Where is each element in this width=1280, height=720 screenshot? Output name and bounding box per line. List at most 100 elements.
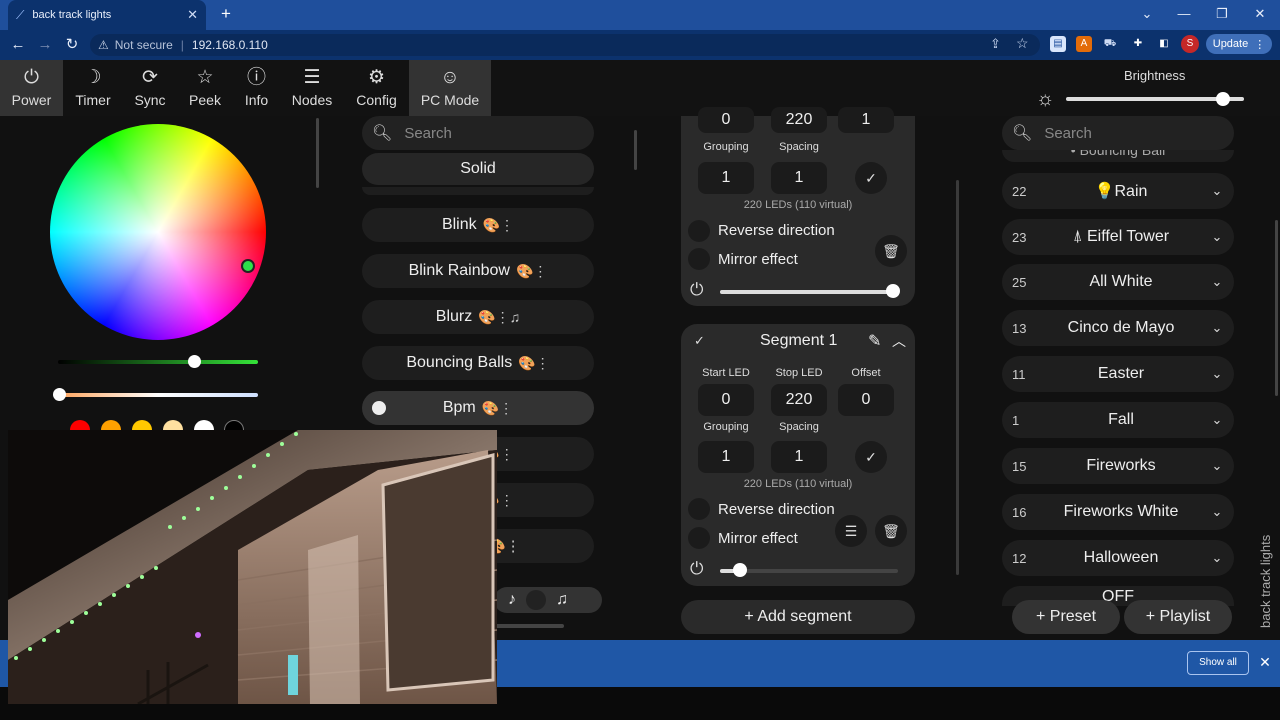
preset-fireworks[interactable]: 15 Fireworks ⌄	[1002, 448, 1234, 484]
effect-bouncing-balls[interactable]: Bouncing Balls 🎨⋮	[362, 346, 594, 380]
seg1-collapse-chevron-icon[interactable]: ︿	[892, 331, 906, 351]
chevron-down-icon[interactable]: ⌄	[1200, 504, 1234, 520]
chevron-down-icon[interactable]: ⌄	[1200, 550, 1234, 566]
seg1-power-icon[interactable]: ⏻	[690, 559, 703, 579]
seg0-brightness-track[interactable]	[720, 290, 898, 294]
seg0-start-input[interactable]: 0	[698, 107, 754, 133]
seg1-stop-input[interactable]: 220	[771, 384, 827, 416]
color-wheel-marker[interactable]	[241, 259, 255, 273]
chevron-down-icon[interactable]: ⌄	[1200, 320, 1234, 336]
seg0-reverse-checkbox[interactable]	[688, 220, 710, 242]
seg1-select-check-icon[interactable]: ✓	[694, 333, 705, 349]
bookmark-star-icon[interactable]: ☆	[1016, 35, 1029, 52]
effect-search-field[interactable]: 🔍︎ Search	[362, 116, 594, 150]
seg0-grouping-input[interactable]: 1	[698, 162, 754, 194]
color-pane-scrollbar[interactable]	[316, 118, 319, 188]
extensions-puzzle-icon[interactable]: ✚	[1130, 36, 1146, 52]
chevron-down-icon[interactable]: ⌄	[1200, 412, 1234, 428]
preset-easter[interactable]: 11 Easter ⌄	[1002, 356, 1234, 392]
show-all-button[interactable]: Show all	[1187, 651, 1249, 675]
effect-solid[interactable]: Solid	[362, 153, 594, 185]
maximize-icon[interactable]: ❐	[1210, 4, 1234, 24]
reload-icon[interactable]: ↻	[62, 35, 82, 55]
effect-blink[interactable]: Blink 🎨⋮	[362, 208, 594, 242]
preset-eiffel-tower[interactable]: 23 ⍋ Eiffel Tower ⌄	[1002, 219, 1234, 255]
seg0-stop-input[interactable]: 220	[771, 107, 827, 133]
value-slider-thumb[interactable]	[188, 355, 201, 368]
nav-pcmode-button[interactable]: ☺ PC Mode	[409, 60, 491, 116]
chevron-down-icon[interactable]: ⌄	[1200, 229, 1234, 245]
download-bar-close-icon[interactable]: ✕	[1258, 654, 1272, 670]
url-field[interactable]: ⚠ Not secure | 192.168.0.110	[90, 34, 1040, 56]
seg1-reverse-checkbox[interactable]	[688, 498, 710, 520]
seg0-spacing-input[interactable]: 1	[771, 162, 827, 194]
effects-scrollbar[interactable]	[634, 130, 637, 170]
extension-docs-icon[interactable]: ▤	[1050, 36, 1066, 52]
chevron-down-icon[interactable]: ⌄	[1200, 458, 1234, 474]
brightness-sun-icon[interactable]: ☼	[1036, 88, 1054, 111]
forward-icon[interactable]: →	[35, 35, 55, 55]
nav-timer-button[interactable]: ☽ Timer	[63, 60, 123, 116]
seg1-mirror-checkbox[interactable]	[688, 527, 710, 549]
seg0-delete-trash-icon[interactable]: 🗑︎	[875, 235, 907, 267]
seg1-apply-check-icon[interactable]: ✓	[855, 441, 887, 473]
seg0-brightness-thumb[interactable]	[885, 284, 900, 298]
preset-halloween[interactable]: 12 Halloween ⌄	[1002, 540, 1234, 576]
seg1-grouping-input[interactable]: 1	[698, 441, 754, 473]
back-icon[interactable]: ←	[8, 35, 28, 55]
side-panel-icon[interactable]: ◧	[1156, 36, 1172, 52]
kelvin-slider-track[interactable]	[58, 393, 258, 397]
new-tab-icon[interactable]: +	[216, 4, 236, 24]
extension-car-icon[interactable]: ⛟	[1102, 36, 1118, 52]
window-close-icon[interactable]: ✕	[1248, 4, 1272, 24]
seg0-offset-input[interactable]: 1	[838, 107, 894, 133]
seg0-power-icon[interactable]: ⏻	[690, 280, 703, 300]
seg1-delete-trash-icon[interactable]: 🗑︎	[875, 515, 907, 547]
nav-nodes-button[interactable]: ☰ Nodes	[280, 60, 344, 116]
seg0-apply-check-icon[interactable]: ✓	[855, 162, 887, 194]
preset-search-field[interactable]: 🔍︎ Search	[1002, 116, 1234, 150]
brightness-slider-thumb[interactable]	[1215, 92, 1230, 106]
nav-power-button[interactable]: ⏻ Power	[0, 60, 63, 116]
effect-blink-rainbow[interactable]: Blink Rainbow 🎨⋮	[362, 254, 594, 288]
add-playlist-button[interactable]: + Playlist	[1124, 600, 1232, 634]
value-slider-track[interactable]	[58, 360, 258, 364]
chevron-down-icon[interactable]: ⌄	[1200, 183, 1234, 199]
nav-info-button[interactable]: ⓘ Info	[233, 60, 280, 116]
preset-fall[interactable]: 1 Fall ⌄	[1002, 402, 1234, 438]
minimize-icon[interactable]: —	[1172, 4, 1196, 24]
nav-peek-button[interactable]: ☆ Peek	[177, 60, 233, 116]
browser-tab[interactable]: ⟋ back track lights ✕	[8, 0, 206, 30]
chevron-down-icon[interactable]: ⌄	[1200, 366, 1234, 382]
share-icon[interactable]: ⇪	[990, 36, 1001, 52]
seg1-spacing-input[interactable]: 1	[771, 441, 827, 473]
filter-toggle[interactable]	[526, 590, 546, 610]
seg1-edit-pencil-icon[interactable]: ✎	[868, 331, 881, 351]
color-wheel[interactable]	[50, 124, 266, 340]
seg1-brightness-thumb[interactable]	[732, 563, 747, 577]
seg1-start-input[interactable]: 0	[698, 384, 754, 416]
seg1-offset-input[interactable]: 0	[838, 384, 894, 416]
effect-blurz[interactable]: Blurz 🎨⋮♫	[362, 300, 594, 334]
profile-avatar[interactable]: S	[1181, 35, 1199, 53]
nav-config-button[interactable]: ⚙ Config	[344, 60, 409, 116]
preset-cinco-de-mayo[interactable]: 13 Cinco de Mayo ⌄	[1002, 310, 1234, 346]
add-segment-button[interactable]: + Add segment	[681, 600, 915, 634]
preset-rain[interactable]: 22 💡Rain ⌄	[1002, 173, 1234, 209]
music-note-icon[interactable]: ♪	[508, 591, 516, 609]
preset-all-white[interactable]: 25 All White ⌄	[1002, 264, 1234, 300]
seg0-mirror-checkbox[interactable]	[688, 248, 710, 270]
tab-close-icon[interactable]: ✕	[187, 7, 198, 23]
effect-bpm[interactable]: Bpm 🎨⋮	[362, 391, 594, 425]
extension-a-icon[interactable]: A	[1076, 36, 1092, 52]
update-button[interactable]: Update ⋮	[1206, 34, 1272, 54]
tab-search-icon[interactable]: ⌄	[1135, 4, 1159, 24]
preset-fireworks-white[interactable]: 16 Fireworks White ⌄	[1002, 494, 1234, 530]
seg1-brightness-track[interactable]	[720, 569, 898, 573]
presets-scrollbar[interactable]	[1275, 220, 1278, 396]
chevron-down-icon[interactable]: ⌄	[1200, 274, 1234, 290]
segments-scrollbar[interactable]	[956, 180, 959, 575]
nav-sync-button[interactable]: ⟳ Sync	[123, 60, 177, 116]
add-preset-button[interactable]: + Preset	[1012, 600, 1120, 634]
music-notes-icon[interactable]: ♫	[556, 591, 568, 609]
